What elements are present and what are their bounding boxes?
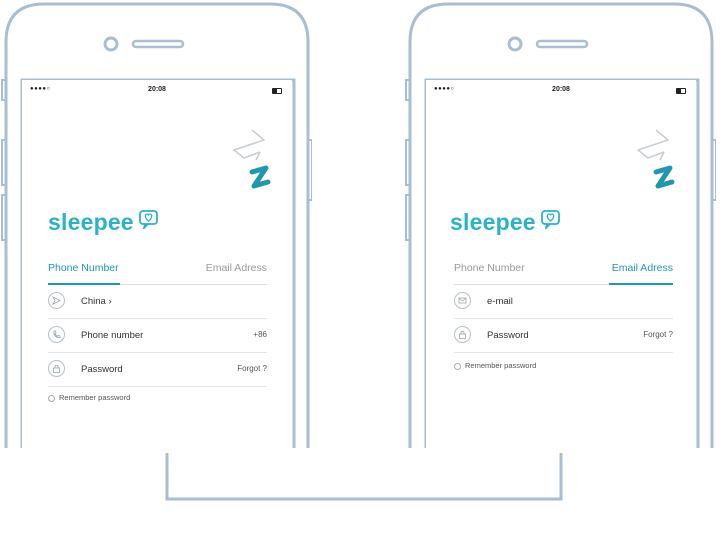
screen: ●●●●○ 20:08 sleepee Phone Number Email A… bbox=[22, 80, 292, 450]
battery-icon bbox=[676, 88, 686, 94]
remember-label: Remember password bbox=[465, 361, 537, 370]
status-time: 20:08 bbox=[552, 86, 570, 93]
phone-icon bbox=[48, 326, 65, 343]
password-placeholder: Password bbox=[487, 330, 529, 341]
password-field[interactable]: Password Forgot ? bbox=[454, 319, 673, 353]
remember-label: Remember password bbox=[59, 393, 131, 402]
password-placeholder: Password bbox=[81, 364, 123, 375]
status-time: 20:08 bbox=[148, 86, 166, 93]
lock-icon bbox=[454, 326, 471, 343]
form-rows: e-mail Password Forgot ? bbox=[454, 285, 673, 353]
forgot-password-link[interactable]: Forgot ? bbox=[643, 330, 673, 339]
remember-password-option[interactable]: Remember password bbox=[454, 361, 536, 370]
tab-email-address[interactable]: Email Adress bbox=[206, 262, 267, 274]
brand-logo: sleepee bbox=[450, 209, 560, 239]
right-phone: ●●●●○ 20:08 sleepee Phone Number Email A… bbox=[404, 0, 716, 537]
country-selector[interactable]: China › bbox=[48, 285, 267, 319]
email-field[interactable]: e-mail bbox=[454, 285, 673, 319]
login-tabs: Phone Number Email Adress bbox=[48, 262, 267, 285]
heart-bubble-icon bbox=[139, 210, 158, 229]
screen: ●●●●○ 20:08 sleepee Phone Number Email A… bbox=[426, 80, 696, 450]
country-code: +86 bbox=[253, 330, 267, 339]
sleep-zzz-icon bbox=[637, 129, 675, 189]
tab-email-address[interactable]: Email Adress bbox=[612, 262, 673, 274]
heart-bubble-icon bbox=[541, 210, 560, 229]
send-icon bbox=[48, 292, 65, 309]
forgot-password-link[interactable]: Forgot ? bbox=[237, 364, 267, 373]
remember-password-option[interactable]: Remember password bbox=[48, 393, 130, 402]
login-tabs: Phone Number Email Adress bbox=[454, 262, 673, 285]
status-bar: ●●●●○ 20:08 bbox=[426, 86, 696, 98]
sleep-zzz-icon bbox=[233, 129, 271, 189]
tab-phone-number[interactable]: Phone Number bbox=[454, 262, 525, 274]
lock-icon bbox=[48, 360, 65, 377]
password-field[interactable]: Password Forgot ? bbox=[48, 353, 267, 387]
left-phone: ●●●●○ 20:08 sleepee Phone Number Email A… bbox=[0, 0, 312, 537]
remember-radio[interactable] bbox=[48, 394, 55, 402]
mail-icon bbox=[454, 292, 471, 309]
form-rows: China › Phone number +86 Password Forgot… bbox=[48, 285, 267, 387]
phone-number-placeholder: Phone number bbox=[81, 330, 144, 341]
remember-radio[interactable] bbox=[454, 362, 461, 370]
country-value: China › bbox=[81, 296, 112, 307]
email-placeholder: e-mail bbox=[487, 296, 513, 307]
status-bar: ●●●●○ 20:08 bbox=[22, 86, 292, 98]
phone-number-field[interactable]: Phone number +86 bbox=[48, 319, 267, 353]
brand-name: sleepee bbox=[450, 209, 536, 235]
battery-icon bbox=[272, 88, 282, 94]
tab-phone-number[interactable]: Phone Number bbox=[48, 262, 119, 274]
brand-logo: sleepee bbox=[48, 209, 158, 239]
brand-name: sleepee bbox=[48, 209, 134, 235]
